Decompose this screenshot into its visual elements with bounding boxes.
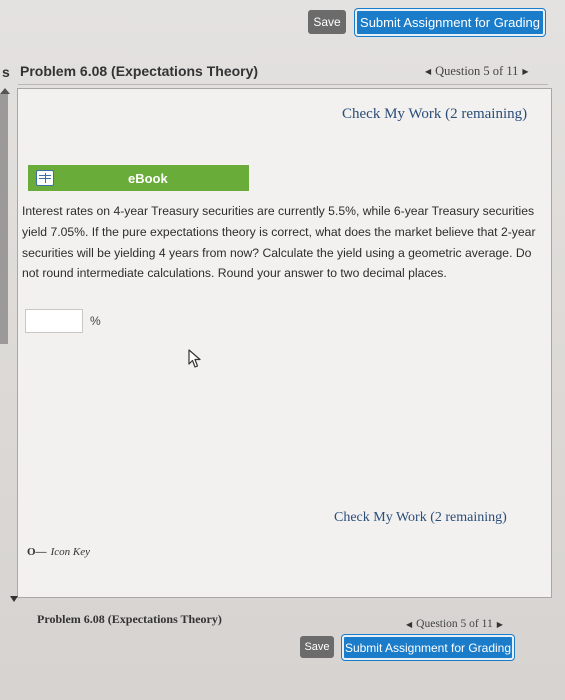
save-button[interactable]: Save [308,10,346,34]
previous-question-icon[interactable]: ◀ [425,67,431,76]
footer-problem-title: Problem 6.08 (Expectations Theory) [37,612,222,626]
scroll-down-icon[interactable] [10,596,18,602]
footer-next-question-icon[interactable]: ▶ [497,620,503,629]
check-my-work-link-top[interactable]: Check My Work (2 remaining) [342,106,527,123]
answer-unit: % [90,314,101,328]
icon-key[interactable]: O— Icon Key [27,546,90,558]
icon-key-label: Icon Key [50,546,90,558]
question-text: Interest rates on 4-year Treasury securi… [22,204,536,281]
ebook-label: eBook [128,171,168,186]
key-icon: O— [27,546,47,558]
footer-question-counter: Question 5 of 11 [416,618,493,630]
page: Save Submit Assignment for Grading s Pro… [0,0,565,700]
header-divider [18,84,548,85]
question-navigation[interactable]: ◀ Question 5 of 11 ▶ [425,64,529,79]
ebook-button[interactable]: eBook [28,165,249,191]
question-counter: Question 5 of 11 [435,64,519,78]
footer-save-button[interactable]: Save [300,636,334,658]
left-scrollbar[interactable] [0,94,8,344]
mouse-cursor-icon [188,349,201,368]
problem-title: Problem 6.08 (Expectations Theory) [20,63,259,79]
book-icon [36,170,54,186]
footer-submit-assignment-button[interactable]: Submit Assignment for Grading [342,635,514,660]
check-my-work-link-bottom[interactable]: Check My Work (2 remaining) [334,510,507,526]
left-edge-fragment: s [2,64,10,80]
next-question-icon[interactable]: ▶ [522,67,528,76]
answer-input[interactable] [25,309,83,333]
footer-question-navigation[interactable]: ◀ Question 5 of 11 ▶ [406,618,503,630]
submit-assignment-button[interactable]: Submit Assignment for Grading [355,9,545,36]
footer-previous-question-icon[interactable]: ◀ [406,620,412,629]
